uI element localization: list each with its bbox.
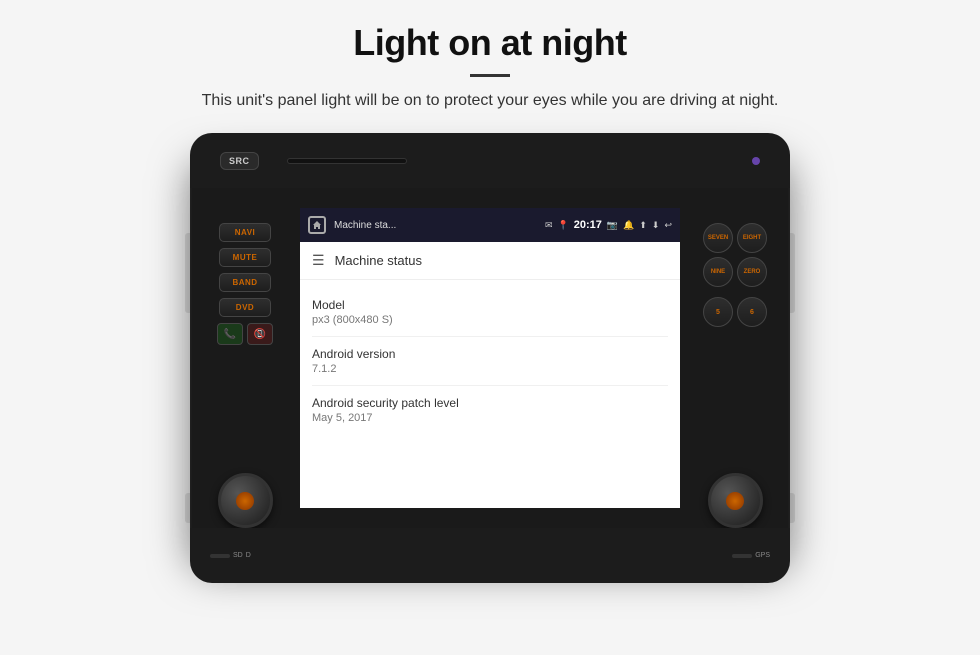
volume-icon: 🔔: [623, 220, 634, 231]
info-value: May 5, 2017: [312, 412, 668, 424]
button-seven[interactable]: SEVEN: [703, 223, 733, 253]
band-button[interactable]: BAND: [219, 273, 271, 292]
call-buttons: 📞 📵: [217, 323, 273, 345]
numpad-2: 5 6: [703, 297, 767, 327]
message-icon: ✉: [545, 220, 553, 231]
home-icon[interactable]: [308, 216, 326, 234]
src-button[interactable]: SRC: [220, 152, 259, 170]
call-answer-button[interactable]: 📞: [217, 323, 243, 345]
dvd-button[interactable]: DVD: [219, 298, 271, 317]
button-5[interactable]: 5: [703, 297, 733, 327]
numpad: SEVEN EIGHT NINE ZERO: [703, 223, 767, 287]
sd-label: SD: [233, 552, 243, 559]
car-unit: NAVI MUTE BAND DVD 📞 📵 SEVEN EIGHT NINE …: [130, 133, 850, 583]
camera-icon: 📷: [607, 220, 618, 231]
gps-slot: GPS: [732, 552, 770, 559]
right-panel: SEVEN EIGHT NINE ZERO 5 6: [680, 208, 790, 543]
info-value: px3 (800x480 S): [312, 314, 668, 326]
status-app-name: Machine sta...: [334, 220, 541, 231]
top-right-controls: [752, 157, 760, 165]
sd-slot-indicator: [210, 554, 230, 558]
info-item: Android version 7.1.2: [312, 337, 668, 386]
unit-bottom: SD D GPS: [190, 528, 790, 583]
cd-slot: [287, 158, 407, 164]
info-list: Model px3 (800x480 S) Android version 7.…: [300, 280, 680, 442]
right-knob[interactable]: [708, 473, 763, 528]
page-subtitle: This unit's panel light will be on to pr…: [60, 89, 920, 113]
left-knob[interactable]: [218, 473, 273, 528]
top-left-controls: SRC: [220, 152, 427, 170]
status-icons: ✉ 📍 20:17 📷 🔔 ⬆ ⬇ ↩: [545, 219, 672, 231]
app-toolbar: ☰ Machine status: [300, 242, 680, 280]
info-item: Model px3 (800x480 S): [312, 288, 668, 337]
button-eight[interactable]: EIGHT: [737, 223, 767, 253]
info-item: Android security patch level May 5, 2017: [312, 386, 668, 434]
upload-icon: ⬆: [639, 220, 647, 231]
gps-label: GPS: [755, 552, 770, 559]
d-label: D: [246, 552, 251, 559]
download-icon: ⬇: [652, 220, 660, 231]
info-label: Android security patch level: [312, 396, 668, 410]
title-divider: [470, 74, 510, 77]
left-panel: NAVI MUTE BAND DVD 📞 📵: [190, 208, 300, 543]
mute-button-pair: MUTE: [219, 248, 271, 267]
button-6[interactable]: 6: [737, 297, 767, 327]
screen: Machine sta... ✉ 📍 20:17 📷 🔔 ⬆ ⬇ ↩ ☰ Mac…: [300, 208, 680, 508]
info-value: 7.1.2: [312, 363, 668, 375]
button-zero[interactable]: ZERO: [737, 257, 767, 287]
page-header: Light on at night This unit's panel ligh…: [0, 0, 980, 123]
page-title: Light on at night: [60, 22, 920, 64]
indicator-light: [752, 157, 760, 165]
navi-button[interactable]: NAVI: [219, 223, 271, 242]
mute-button[interactable]: MUTE: [219, 248, 271, 267]
button-nine[interactable]: NINE: [703, 257, 733, 287]
app-content: ☰ Machine status Model px3 (800x480 S) A…: [300, 242, 680, 508]
info-label: Model: [312, 298, 668, 312]
toolbar-title: Machine status: [335, 253, 422, 268]
call-end-button[interactable]: 📵: [247, 323, 273, 345]
gps-slot-indicator: [732, 554, 752, 558]
location-icon: 📍: [558, 220, 569, 231]
hamburger-icon[interactable]: ☰: [312, 252, 325, 269]
sd-slot: SD D: [210, 552, 251, 559]
status-time: 20:17: [574, 219, 602, 231]
back-icon[interactable]: ↩: [664, 220, 672, 231]
android-status-bar: Machine sta... ✉ 📍 20:17 📷 🔔 ⬆ ⬇ ↩: [300, 208, 680, 242]
info-label: Android version: [312, 347, 668, 361]
unit-body: NAVI MUTE BAND DVD 📞 📵 SEVEN EIGHT NINE …: [190, 153, 790, 563]
unit-top-bar: SRC: [190, 133, 790, 188]
